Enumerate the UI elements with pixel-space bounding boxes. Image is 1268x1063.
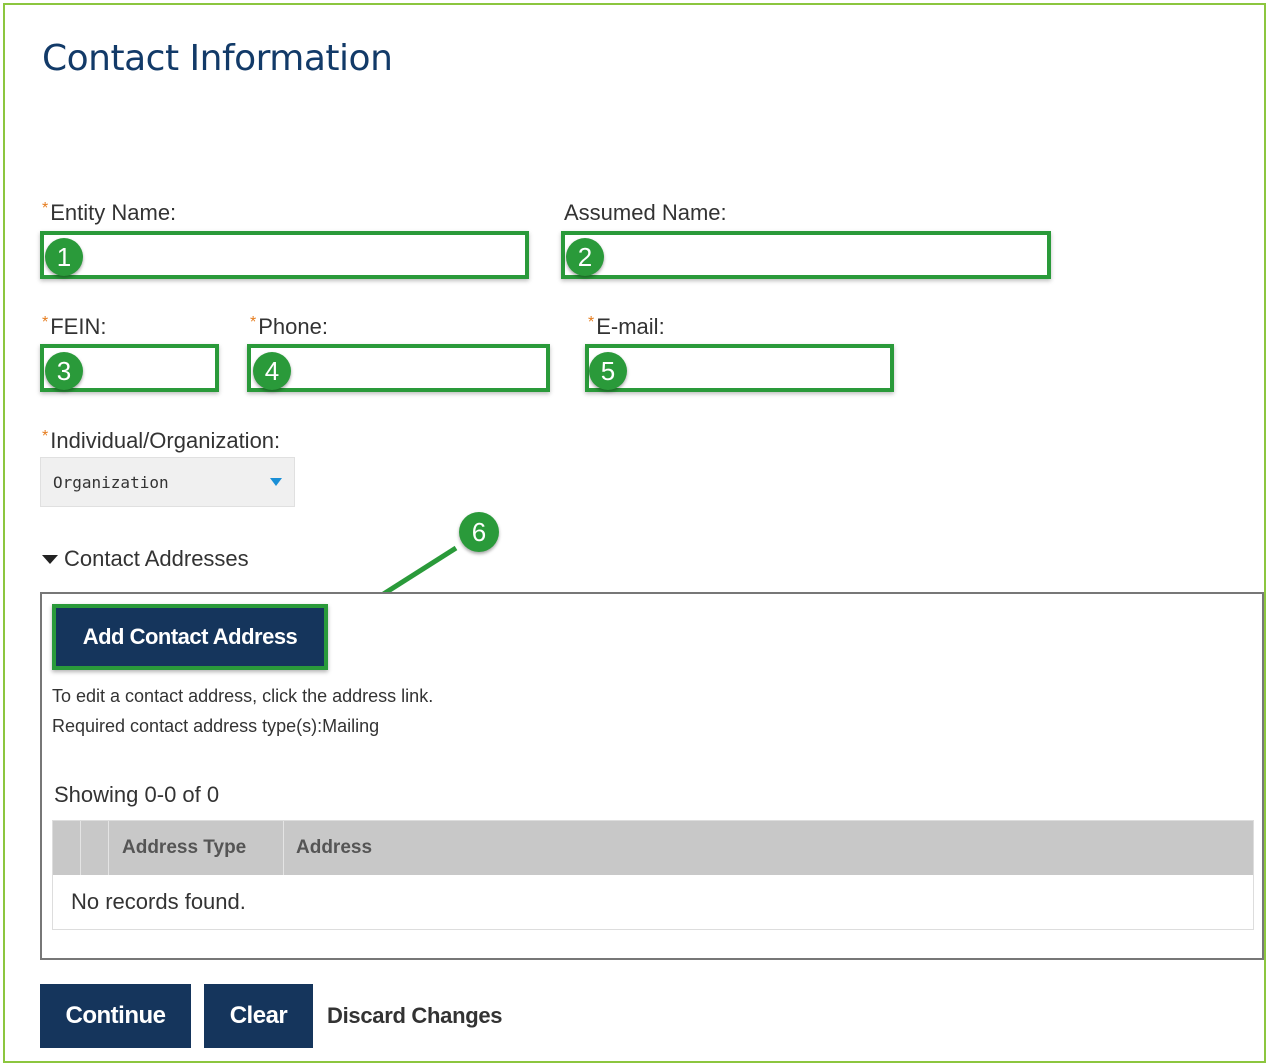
table-header: Address Type Address (53, 821, 1253, 875)
assumed-name-label: Assumed Name: (564, 200, 727, 225)
required-marker: * (250, 314, 257, 331)
phone-label: *Phone: (250, 314, 328, 340)
email-input[interactable] (589, 348, 890, 388)
entity-name-label: *Entity Name: (42, 200, 176, 226)
column-address-type[interactable]: Address Type (109, 821, 284, 875)
phone-label-text: Phone: (258, 314, 328, 339)
individual-org-selected: Organization (53, 472, 169, 492)
fein-label-text: FEIN: (50, 314, 107, 339)
required-marker: * (42, 428, 49, 445)
individual-org-label: *Individual/Organization: (42, 428, 280, 454)
add-contact-address-highlight: Add Contact Address (52, 604, 328, 670)
discard-changes-link[interactable]: Discard Changes (327, 1003, 503, 1029)
required-address-note: Required contact address type(s):Mailing (52, 716, 380, 736)
assumed-name-field[interactable] (561, 231, 1051, 279)
callout-badge-1: 1 (45, 238, 83, 276)
contact-addresses-toggle[interactable]: Contact Addresses (42, 546, 249, 572)
callout-badge-2: 2 (566, 238, 604, 276)
callout-badge-3: 3 (45, 352, 83, 390)
individual-org-label-text: Individual/Organization: (50, 428, 281, 453)
collapse-triangle-icon (42, 554, 58, 564)
empty-message: No records found. (71, 889, 246, 914)
entity-name-input[interactable] (44, 235, 525, 275)
contact-address-table: Address Type Address No records found. (52, 820, 1254, 930)
edit-address-note: To edit a contact address, click the add… (52, 686, 434, 706)
callout-badge-4: 4 (253, 352, 291, 390)
email-label: *E-mail: (588, 314, 665, 340)
contact-addresses-label: Contact Addresses (64, 546, 249, 571)
email-field[interactable] (585, 344, 894, 392)
column-address[interactable]: Address (284, 821, 1253, 875)
showing-count: Showing 0-0 of 0 (54, 782, 220, 807)
fein-label: *FEIN: (42, 314, 106, 340)
required-marker: * (588, 314, 595, 331)
phone-input[interactable] (251, 348, 546, 388)
table-header-spacer (53, 821, 81, 875)
continue-button[interactable]: Continue (40, 984, 191, 1048)
individual-org-select[interactable]: Organization (40, 457, 295, 507)
entity-name-field[interactable] (40, 231, 529, 279)
dropdown-caret-icon (270, 478, 282, 486)
add-contact-address-button[interactable]: Add Contact Address (56, 608, 324, 666)
email-label-text: E-mail: (596, 314, 665, 339)
page-title: Contact Information (42, 38, 393, 79)
table-header-select (81, 821, 109, 875)
assumed-name-input[interactable] (565, 235, 1047, 275)
entity-name-label-text: Entity Name: (50, 200, 177, 225)
callout-badge-6: 6 (459, 512, 499, 552)
required-marker: * (42, 314, 49, 331)
clear-button[interactable]: Clear (204, 984, 313, 1048)
phone-field[interactable] (247, 344, 550, 392)
callout-badge-5: 5 (589, 352, 627, 390)
required-marker: * (42, 200, 49, 217)
